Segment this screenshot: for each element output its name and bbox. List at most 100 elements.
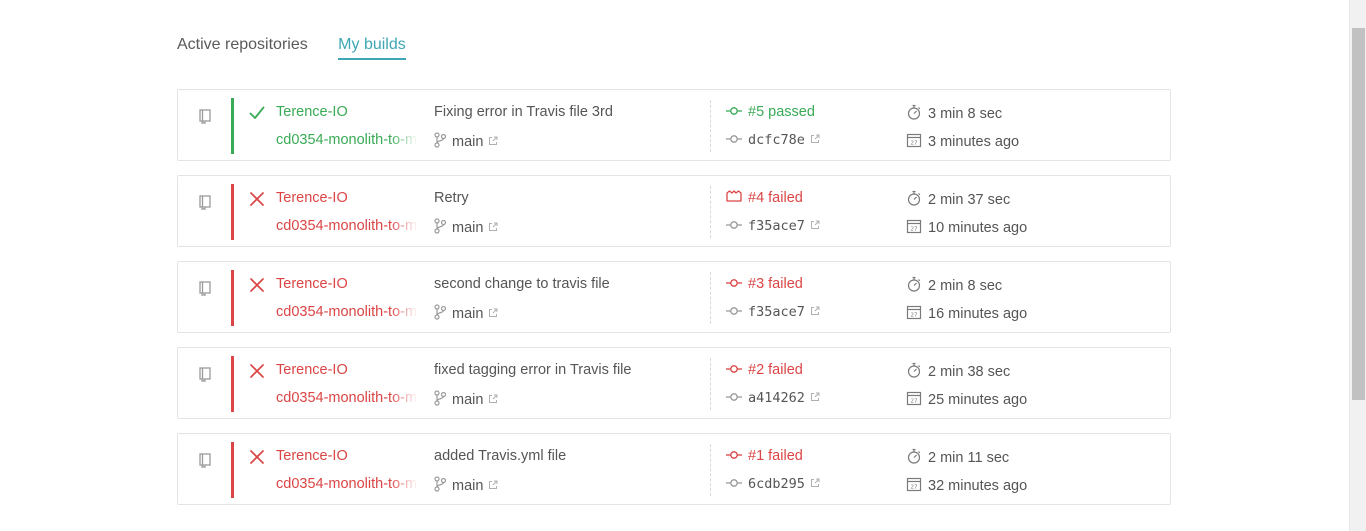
svg-text:27: 27: [911, 399, 918, 405]
external-link-icon[interactable]: [810, 218, 820, 234]
branch-name: main: [452, 306, 484, 322]
divider: [710, 186, 712, 238]
build-finished: 27 3 minutes ago: [906, 132, 1019, 152]
finished-value: 32 minutes ago: [928, 478, 1028, 494]
cross-icon: [248, 190, 266, 208]
finished-value: 16 minutes ago: [928, 306, 1028, 322]
build-row[interactable]: Terence-IO cd0354-monolith-to-microservi…: [177, 261, 1171, 333]
repo-owner-link[interactable]: Terence-IO: [276, 362, 348, 378]
build-number-link[interactable]: #2 failed: [726, 362, 803, 378]
tab-bar: Active repositories My builds: [177, 36, 432, 64]
build-number-label: #4 failed: [748, 190, 803, 206]
cross-icon: [248, 448, 266, 466]
svg-text:27: 27: [911, 141, 918, 147]
calendar-icon: 27: [906, 390, 922, 410]
repo-owner-link[interactable]: Terence-IO: [276, 190, 348, 206]
commit-icon: [726, 476, 742, 492]
repo-owner-link[interactable]: Terence-IO: [276, 104, 348, 120]
stopwatch-icon: [906, 276, 922, 296]
build-duration: 2 min 11 sec: [906, 448, 1009, 468]
repo-owner-link[interactable]: Terence-IO: [276, 448, 348, 464]
commit-icon: [726, 132, 742, 148]
tab-my-builds[interactable]: My builds: [338, 36, 406, 60]
commit-icon: [726, 304, 742, 320]
external-link-icon[interactable]: [488, 220, 498, 236]
stopwatch-icon: [906, 104, 922, 124]
status-bar: [231, 356, 234, 412]
external-link-icon[interactable]: [488, 306, 498, 322]
status-bar: [231, 98, 234, 154]
external-link-icon[interactable]: [810, 132, 820, 148]
branch: main: [434, 390, 498, 410]
build-duration: 2 min 37 sec: [906, 190, 1010, 210]
stopwatch-icon: [906, 190, 922, 210]
commit-icon: [726, 362, 742, 378]
branch-icon: [434, 304, 447, 324]
commit-sha-value: a414262: [748, 390, 805, 406]
build-row[interactable]: Terence-IO cd0354-monolith-to-microservi…: [177, 89, 1171, 161]
build-number-link[interactable]: #1 failed: [726, 448, 803, 464]
repo-name-link[interactable]: cd0354-monolith-to-microservices-project: [276, 390, 418, 406]
branch-name: main: [452, 134, 484, 150]
build-list: Terence-IO cd0354-monolith-to-microservi…: [177, 89, 1171, 519]
repo-owner-link[interactable]: Terence-IO: [276, 276, 348, 292]
branch-icon: [434, 132, 447, 152]
repo-name-link[interactable]: cd0354-monolith-to-microservices-project: [276, 476, 418, 492]
external-link-icon[interactable]: [488, 478, 498, 494]
branch-name: main: [452, 392, 484, 408]
scrollbar[interactable]: [1349, 0, 1366, 531]
divider: [710, 444, 712, 496]
repo-icon: [198, 366, 212, 383]
repo-name-link[interactable]: cd0354-monolith-to-microservices-project: [276, 304, 418, 320]
build-row[interactable]: Terence-IO cd0354-monolith-to-microservi…: [177, 347, 1171, 419]
tab-active-repositories[interactable]: Active repositories: [177, 36, 308, 58]
repo-icon: [198, 108, 212, 125]
duration-value: 2 min 11 sec: [928, 450, 1010, 466]
external-link-icon[interactable]: [810, 304, 820, 320]
branch: main: [434, 132, 498, 152]
branch: main: [434, 476, 498, 496]
finished-value: 3 minutes ago: [928, 134, 1020, 150]
scrollbar-thumb[interactable]: [1352, 28, 1365, 400]
check-icon: [248, 104, 266, 122]
external-link-icon[interactable]: [810, 476, 820, 492]
duration-value: 2 min 8 sec: [928, 278, 1003, 294]
build-number-link[interactable]: #3 failed: [726, 276, 803, 292]
finished-value: 25 minutes ago: [928, 392, 1028, 408]
commit-sha: f35ace7: [726, 304, 820, 320]
build-row[interactable]: Terence-IO cd0354-monolith-to-microservi…: [177, 175, 1171, 247]
build-number-link[interactable]: #5 passed: [726, 104, 815, 120]
commit-icon: [726, 218, 742, 234]
calendar-icon: 27: [906, 476, 922, 496]
finished-value: 10 minutes ago: [928, 220, 1028, 236]
divider: [710, 358, 712, 410]
svg-text:27: 27: [911, 313, 918, 319]
build-finished: 27 10 minutes ago: [906, 218, 1027, 238]
cross-icon: [248, 362, 266, 380]
commit-icon: [726, 276, 742, 292]
build-number-link[interactable]: #4 failed: [726, 190, 803, 206]
build-row[interactable]: Terence-IO cd0354-monolith-to-microservi…: [177, 433, 1171, 505]
stopwatch-icon: [906, 448, 922, 468]
commit-sha-value: f35ace7: [748, 218, 805, 234]
repo-name-link[interactable]: cd0354-monolith-to-microservices-project: [276, 218, 418, 234]
commit-sha: f35ace7: [726, 218, 820, 234]
external-link-icon[interactable]: [488, 134, 498, 150]
calendar-icon: 27: [906, 304, 922, 324]
calendar-icon: 27: [906, 218, 922, 238]
commit-message: Retry: [434, 190, 469, 206]
commit-sha-value: dcfc78e: [748, 132, 805, 148]
external-link-icon[interactable]: [488, 392, 498, 408]
divider: [710, 100, 712, 152]
commit-message: fixed tagging error in Travis file: [434, 362, 632, 378]
build-number-label: #1 failed: [748, 448, 803, 464]
build-finished: 27 25 minutes ago: [906, 390, 1027, 410]
divider: [710, 272, 712, 324]
repo-icon: [198, 280, 212, 297]
repo-name-link[interactable]: cd0354-monolith-to-microservices-project: [276, 132, 418, 148]
cron-icon: [726, 190, 742, 206]
repo-icon: [198, 194, 212, 211]
external-link-icon[interactable]: [810, 390, 820, 406]
calendar-icon: 27: [906, 132, 922, 152]
commit-sha-value: 6cdb295: [748, 476, 805, 492]
